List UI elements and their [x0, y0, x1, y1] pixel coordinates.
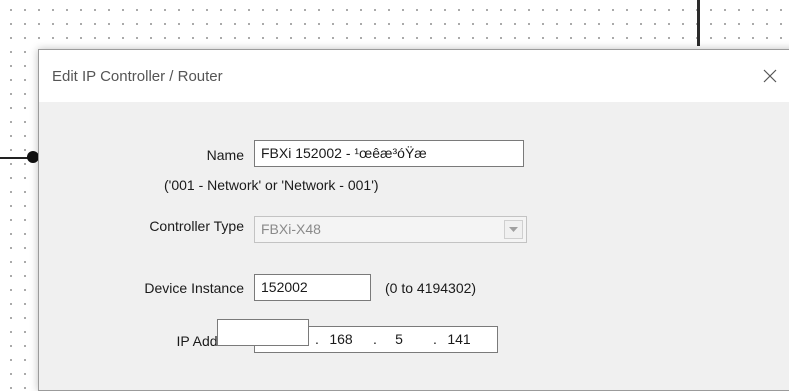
- name-format-hint: ('001 - Network' or 'Network - 001'): [164, 177, 379, 193]
- close-icon: [763, 69, 777, 83]
- ip-separator: .: [315, 331, 319, 347]
- name-input[interactable]: FBXi 152002 - ¹œêæ³óŸæ: [254, 140, 524, 167]
- ip-separator: .: [373, 331, 377, 347]
- controller-type-select[interactable]: FBXi-X48: [254, 216, 527, 243]
- ip-separator: .: [433, 331, 437, 347]
- edit-ip-controller-dialog: Edit IP Controller / Router Name FBXi 15…: [38, 49, 789, 391]
- dialog-title: Edit IP Controller / Router: [52, 68, 223, 85]
- device-instance-input[interactable]: 152002: [254, 274, 371, 301]
- dialog-body: Name FBXi 152002 - ¹œêæ³óŸæ ('001 - Netw…: [39, 102, 789, 390]
- ip-octet-2[interactable]: 168: [323, 331, 359, 347]
- name-label: Name: [206, 147, 244, 163]
- controller-type-value: FBXi-X48: [261, 221, 321, 237]
- next-field-input[interactable]: [217, 319, 309, 346]
- controller-type-label: Controller Type: [149, 218, 244, 234]
- canvas-wire: [0, 157, 30, 159]
- ip-octet-4[interactable]: 141: [441, 331, 477, 347]
- ip-octet-3[interactable]: 5: [381, 331, 417, 347]
- chevron-down-icon: [509, 226, 518, 232]
- canvas-divider-line: [697, 0, 700, 46]
- dropdown-button[interactable]: [504, 220, 523, 239]
- device-instance-range-hint: (0 to 4194302): [385, 280, 477, 296]
- close-button[interactable]: [752, 60, 788, 92]
- device-instance-label: Device Instance: [144, 280, 244, 296]
- dialog-titlebar[interactable]: Edit IP Controller / Router: [39, 50, 789, 102]
